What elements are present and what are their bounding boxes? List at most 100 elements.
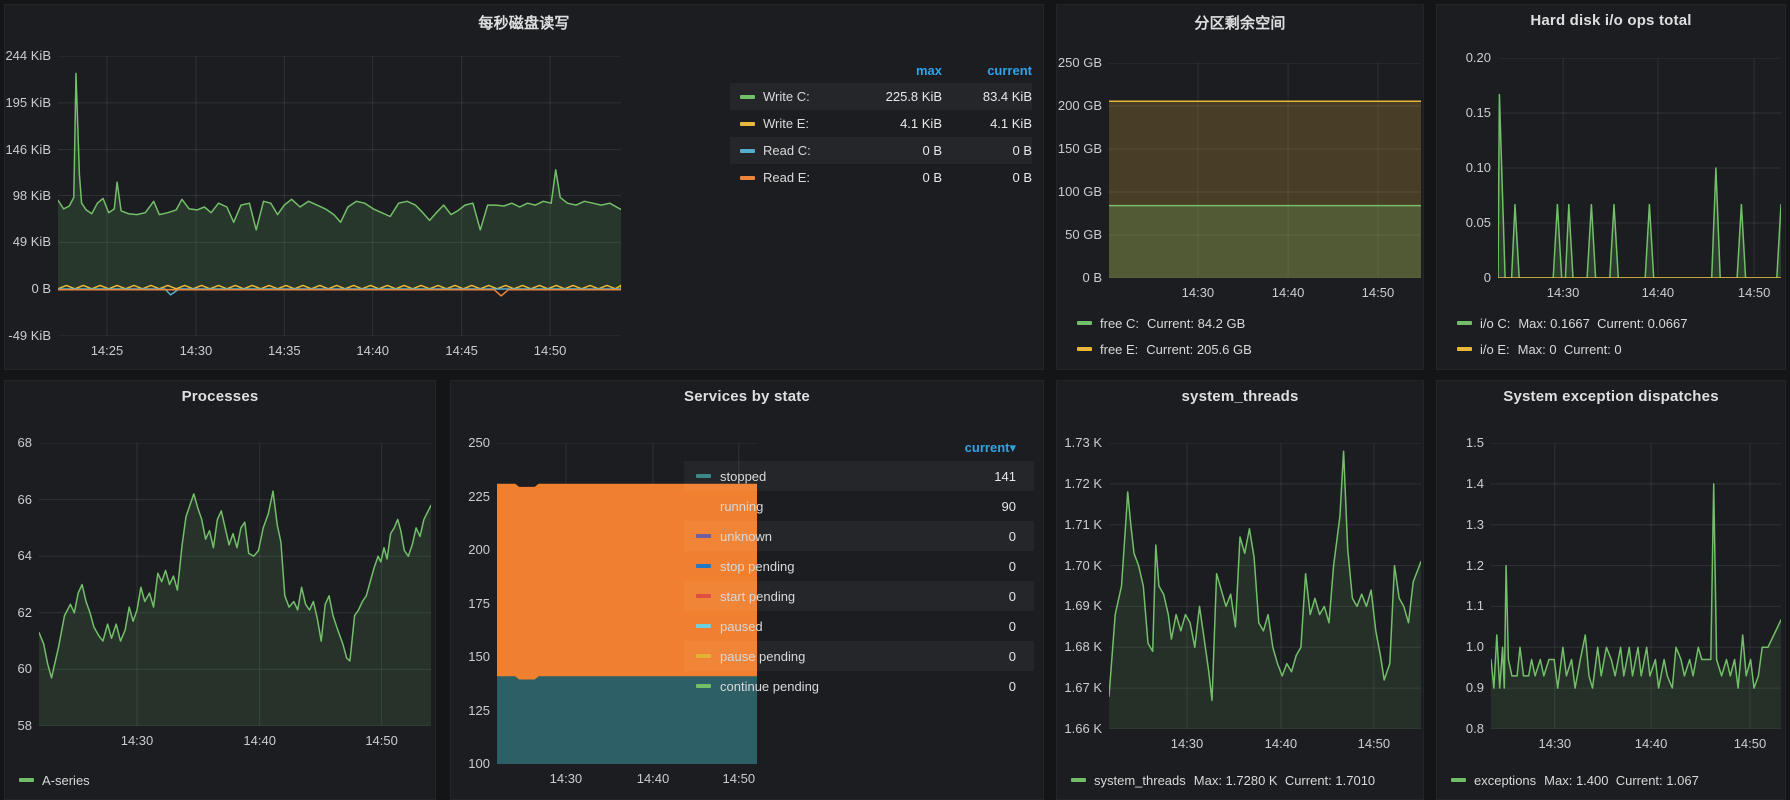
legend-sort-header-current[interactable]: current▾ (684, 435, 1034, 461)
legend-series-stats: Max: 1.7280 K Current: 1.7010 (1194, 773, 1375, 788)
plot-area[interactable] (39, 443, 431, 726)
legend-item-read-e[interactable]: Read E:0 B0 B (730, 164, 1032, 191)
legend-item-i-o-e[interactable]: i/o E:Max: 0 Current: 0 (1457, 336, 1687, 362)
y-tick-label: 200 (468, 542, 490, 557)
legend-series-name: paused (720, 619, 1000, 634)
y-tick-label: 0.8 (1466, 721, 1484, 736)
legend-series-name: free E: (1100, 342, 1138, 357)
sort-caret-icon: ▾ (1009, 440, 1016, 455)
legend-item-continue-pending[interactable]: continue pending0 (684, 671, 1034, 701)
y-tick-label: 195 KiB (5, 95, 51, 110)
legend-series-name: system_threads (1094, 773, 1186, 788)
plot-area[interactable] (1109, 443, 1421, 729)
legend-column-header-current[interactable]: current (942, 63, 1032, 78)
x-axis: 14:3014:4014:50 (1491, 729, 1781, 753)
chart-partition-free-space: 250 GB200 GB150 GB100 GB50 GB0 B 14:3014… (1065, 63, 1421, 302)
chart-disk-read-write: 244 KiB195 KiB146 KiB98 KiB49 KiB0 B-49 … (13, 56, 621, 360)
x-tick-label: 14:50 (1358, 736, 1391, 751)
panel-title[interactable]: Processes (5, 388, 435, 405)
legend-series-name: i/o E: (1480, 342, 1510, 357)
legend-max-value: 0 B (848, 170, 942, 185)
x-tick-label: 14:30 (1182, 285, 1215, 300)
panel-processes: Processes 686664626058 14:3014:4014:50 A… (4, 380, 436, 800)
x-axis: 14:3014:4014:50 (39, 726, 431, 750)
legend-item-free-e[interactable]: free E: Current: 205.6 GB (1077, 336, 1252, 362)
x-tick-label: 14:40 (243, 733, 276, 748)
legend-color-swatch-icon (696, 564, 711, 568)
legend-color-swatch-icon (1071, 778, 1086, 782)
legend-item-free-c[interactable]: free C:Current: 84.2 GB (1077, 310, 1252, 336)
y-tick-label: 58 (18, 718, 32, 733)
legend-series-name: A-series (42, 773, 90, 788)
legend-color-swatch-icon (696, 684, 711, 688)
legend-color-swatch-icon (696, 624, 711, 628)
y-tick-label: 62 (18, 605, 32, 620)
legend-item-i-o-c[interactable]: i/o C:Max: 0.1667 Current: 0.0667 (1457, 310, 1687, 336)
plot-area[interactable] (1109, 63, 1421, 278)
legend-item-stop-pending[interactable]: stop pending0 (684, 551, 1034, 581)
y-tick-label: 0.9 (1466, 680, 1484, 695)
x-tick-label: 14:30 (550, 771, 583, 786)
legend-item-running[interactable]: running90 (684, 491, 1034, 521)
panel-title[interactable]: System exception dispatches (1437, 388, 1785, 405)
plot-area[interactable] (1498, 58, 1781, 278)
legend-item-stopped[interactable]: stopped141 (684, 461, 1034, 491)
legend-item-pause-pending[interactable]: pause pending0 (684, 641, 1034, 671)
plot-area[interactable] (1491, 443, 1781, 729)
legend-color-swatch-icon (696, 654, 711, 658)
panel-title[interactable]: Services by state (451, 388, 1043, 405)
legend-item-exceptions[interactable]: exceptionsMax: 1.400 Current: 1.067 (1451, 767, 1785, 793)
legend-current-value: 0 (1009, 589, 1016, 604)
legend-current-value: 90 (1002, 499, 1016, 514)
series-line-exceptions (1491, 484, 1781, 688)
y-tick-label: 68 (18, 435, 32, 450)
y-tick-label: 1.0 (1466, 639, 1484, 654)
y-axis: 250 GB200 GB150 GB100 GB50 GB0 B (1065, 63, 1109, 278)
panel-title[interactable]: Hard disk i/o ops total (1437, 12, 1785, 29)
x-tick-label: 14:30 (1539, 736, 1572, 751)
y-axis: 1.73 K1.72 K1.71 K1.70 K1.69 K1.68 K1.67… (1065, 443, 1109, 729)
legend-series-stats: Current: 84.2 GB (1147, 316, 1245, 331)
legend-color-swatch-icon (1457, 321, 1472, 325)
panel-system-threads: system_threads 1.73 K1.72 K1.71 K1.70 K1… (1056, 380, 1424, 800)
legend-series-stats: Current: 205.6 GB (1146, 342, 1252, 357)
legend-item-unknown[interactable]: unknown0 (684, 521, 1034, 551)
y-tick-label: 0 (1484, 270, 1491, 285)
x-tick-label: 14:35 (268, 343, 301, 358)
legend-color-swatch-icon (19, 778, 34, 782)
x-tick-label: 14:30 (1171, 736, 1204, 751)
legend-item-start-pending[interactable]: start pending0 (684, 581, 1034, 611)
legend-item-write-c[interactable]: Write C:225.8 KiB83.4 KiB (730, 83, 1032, 110)
legend-item-write-e[interactable]: Write E:4.1 KiB4.1 KiB (730, 110, 1032, 137)
y-tick-label: 1.2 (1466, 558, 1484, 573)
y-tick-label: 64 (18, 548, 32, 563)
legend-color-swatch-icon (1077, 347, 1092, 351)
series-line-i-o-c (1498, 95, 1781, 278)
panel-title[interactable]: 分区剩余空间 (1057, 12, 1423, 33)
plot-area[interactable] (58, 56, 621, 336)
y-tick-label: 1.71 K (1064, 517, 1102, 532)
grafana-dashboard: { "theme": { "page_bg": "#141517", "pane… (0, 0, 1790, 787)
x-tick-label: 14:50 (365, 733, 398, 748)
chart-system-exception-dispatches: 1.51.41.31.21.11.00.90.8 14:3014:4014:50 (1449, 443, 1781, 753)
legend-column-header-max[interactable]: max (848, 63, 942, 78)
panel-title[interactable]: system_threads (1057, 388, 1423, 405)
chart-svg (1109, 63, 1421, 278)
legend-item-label: Write C: (730, 89, 848, 104)
legend-item-system-threads[interactable]: system_threads Max: 1.7280 K Current: 1.7… (1071, 767, 1423, 793)
x-tick-label: 14:40 (356, 343, 389, 358)
y-tick-label: -49 KiB (8, 328, 51, 343)
y-tick-label: 225 (468, 489, 490, 504)
legend-list: current▾stopped141running90unknown0stop … (684, 435, 1034, 701)
chart-svg (1491, 443, 1781, 729)
x-tick-label: 14:30 (1547, 285, 1580, 300)
panel-system-exception-dispatches: System exception dispatches 1.51.41.31.2… (1436, 380, 1786, 800)
y-tick-label: 0.15 (1466, 105, 1491, 120)
legend-color-swatch-icon (740, 176, 755, 180)
legend-item-read-c[interactable]: Read C:0 B0 B (730, 137, 1032, 164)
x-tick-label: 14:50 (534, 343, 567, 358)
legend-current-value: 0 (1009, 649, 1016, 664)
legend-item-a-series[interactable]: A-series (19, 767, 90, 793)
legend-item-paused[interactable]: paused0 (684, 611, 1034, 641)
panel-title[interactable]: 每秒磁盘读写 (5, 12, 1043, 33)
